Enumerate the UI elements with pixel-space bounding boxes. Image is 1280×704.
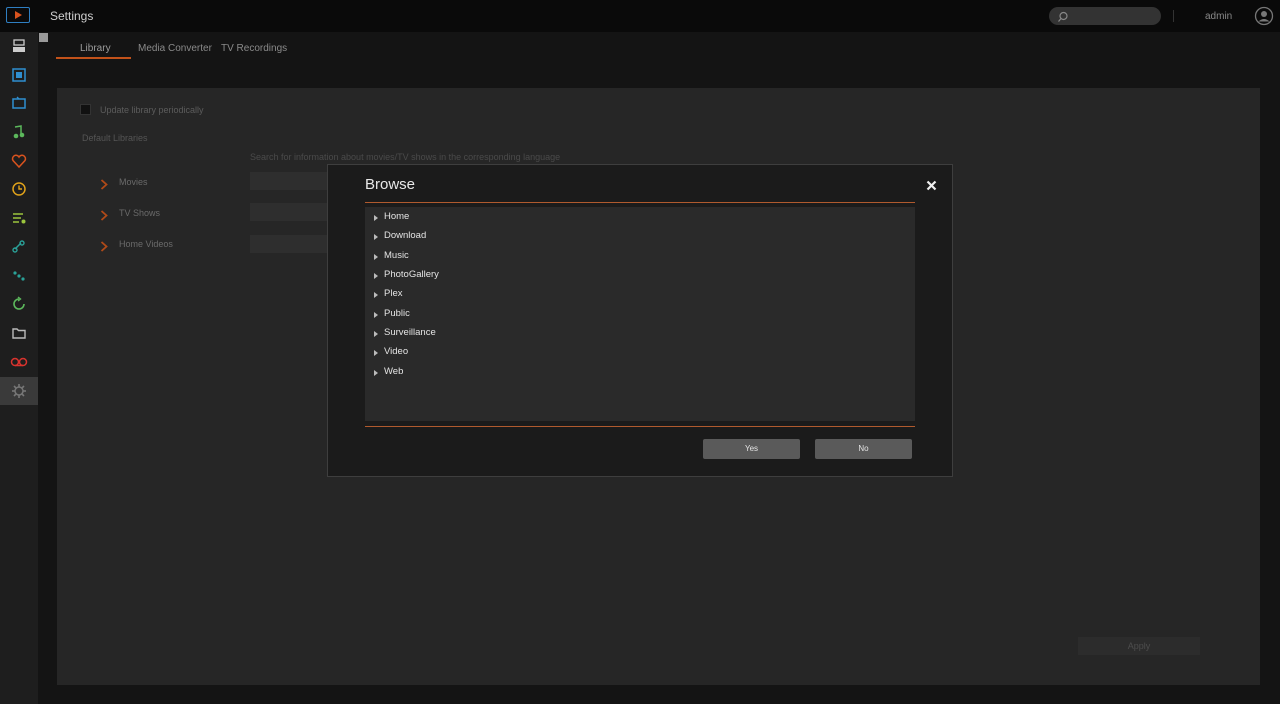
- sidebar-item-tv[interactable]: [0, 89, 38, 117]
- apply-button[interactable]: Apply: [1078, 637, 1200, 655]
- link-icon: [12, 240, 25, 253]
- library-label: Movies: [119, 177, 148, 187]
- sidebar-item-settings[interactable]: [0, 377, 38, 405]
- close-icon[interactable]: [926, 178, 937, 196]
- sidebar-item-music[interactable]: [0, 118, 38, 146]
- clock-icon: [12, 182, 26, 196]
- chevron-right-icon: [100, 177, 108, 195]
- sidebar-item-movies[interactable]: [0, 61, 38, 89]
- default-libraries-label: Default Libraries: [82, 133, 148, 143]
- folder-label: Web: [384, 366, 404, 377]
- folder-label: Plex: [384, 288, 403, 299]
- search-icon: [1057, 10, 1069, 28]
- library-label: TV Shows: [119, 208, 161, 218]
- tv-icon: [12, 96, 26, 109]
- tree-item-home[interactable]: Home: [365, 209, 665, 227]
- playlist-icon: [13, 213, 26, 224]
- page-title: Settings: [50, 9, 94, 23]
- library-label: Home Videos: [119, 239, 173, 249]
- search-language-hint: Search for information about movies/TV s…: [250, 152, 561, 162]
- sidebar-item-recordings[interactable]: [0, 348, 38, 376]
- browse-dialog: Browse Home Download Music PhotoGallery …: [327, 164, 953, 477]
- expand-arrow-icon[interactable]: [374, 312, 378, 318]
- sidebar-item-sync[interactable]: [0, 290, 38, 318]
- expand-arrow-icon[interactable]: [374, 254, 378, 260]
- dots-icon: [13, 271, 25, 281]
- gear-icon: [12, 384, 26, 398]
- sidebar-item-media-server[interactable]: [0, 32, 38, 60]
- divider: [1173, 10, 1174, 22]
- folder-label: Video: [384, 346, 409, 357]
- no-button[interactable]: No: [815, 439, 912, 459]
- record-icon: [10, 357, 28, 367]
- sidebar-item-shared[interactable]: [0, 233, 38, 261]
- chevron-right-icon: [100, 239, 108, 257]
- refresh-icon: [13, 296, 25, 310]
- expand-arrow-icon[interactable]: [374, 350, 378, 356]
- collapse-handle[interactable]: [39, 33, 48, 42]
- folder-label: PhotoGallery: [384, 269, 439, 280]
- tv-shows-language-field[interactable]: [250, 203, 330, 221]
- divider: [365, 202, 915, 203]
- tree-item-plex[interactable]: Plex: [365, 286, 665, 304]
- folder-label: Surveillance: [384, 327, 436, 338]
- folder-label: Download: [384, 230, 427, 241]
- folder-icon: [12, 328, 26, 339]
- app-logo-icon[interactable]: [6, 7, 30, 23]
- update-library-checkbox[interactable]: [80, 104, 91, 115]
- tab-tv-recordings[interactable]: TV Recordings: [221, 43, 287, 54]
- search-input[interactable]: [1049, 7, 1161, 25]
- tree-item-photogallery[interactable]: PhotoGallery: [365, 267, 665, 285]
- tree-item-download[interactable]: Download: [365, 228, 665, 246]
- folder-label: Music: [384, 250, 409, 261]
- yes-button[interactable]: Yes: [703, 439, 800, 459]
- tree-item-video[interactable]: Video: [365, 344, 665, 362]
- media-server-icon: [13, 39, 25, 52]
- divider: [365, 426, 915, 427]
- user-avatar-icon[interactable]: [1254, 6, 1274, 31]
- tree-item-public[interactable]: Public: [365, 306, 665, 324]
- tab-library[interactable]: Library: [80, 43, 111, 54]
- folder-tree: Home Download Music PhotoGallery Plex Pu…: [365, 207, 915, 421]
- tree-item-surveillance[interactable]: Surveillance: [365, 325, 665, 343]
- chevron-right-icon: [100, 208, 108, 226]
- expand-arrow-icon[interactable]: [374, 234, 378, 240]
- home-videos-language-field[interactable]: [250, 235, 330, 253]
- expand-arrow-icon[interactable]: [374, 215, 378, 221]
- update-library-label: Update library periodically: [100, 105, 204, 115]
- heart-icon: [11, 154, 27, 169]
- expand-arrow-icon[interactable]: [374, 331, 378, 337]
- sidebar-item-recent[interactable]: [0, 175, 38, 203]
- sidebar-item-playlist[interactable]: [0, 204, 38, 232]
- user-name[interactable]: admin: [1205, 11, 1232, 22]
- dialog-title: Browse: [365, 176, 416, 193]
- folder-label: Public: [384, 308, 410, 319]
- expand-arrow-icon[interactable]: [374, 292, 378, 298]
- sidebar-item-folders[interactable]: [0, 319, 38, 347]
- expand-arrow-icon[interactable]: [374, 370, 378, 376]
- folder-label: Home: [384, 211, 410, 222]
- tree-item-web[interactable]: Web: [365, 364, 665, 382]
- expand-arrow-icon[interactable]: [374, 273, 378, 279]
- tab-media-converter[interactable]: Media Converter: [138, 43, 212, 54]
- sidebar: [0, 32, 38, 704]
- active-tab-indicator: [56, 57, 131, 59]
- sidebar-item-smart-collections[interactable]: [0, 262, 38, 290]
- music-icon: [13, 125, 25, 139]
- film-icon: [12, 68, 26, 82]
- sidebar-item-favorites[interactable]: [0, 147, 38, 175]
- tree-item-music[interactable]: Music: [365, 248, 665, 266]
- top-bar: Settings admin: [0, 0, 1280, 32]
- movies-language-field[interactable]: [250, 172, 330, 190]
